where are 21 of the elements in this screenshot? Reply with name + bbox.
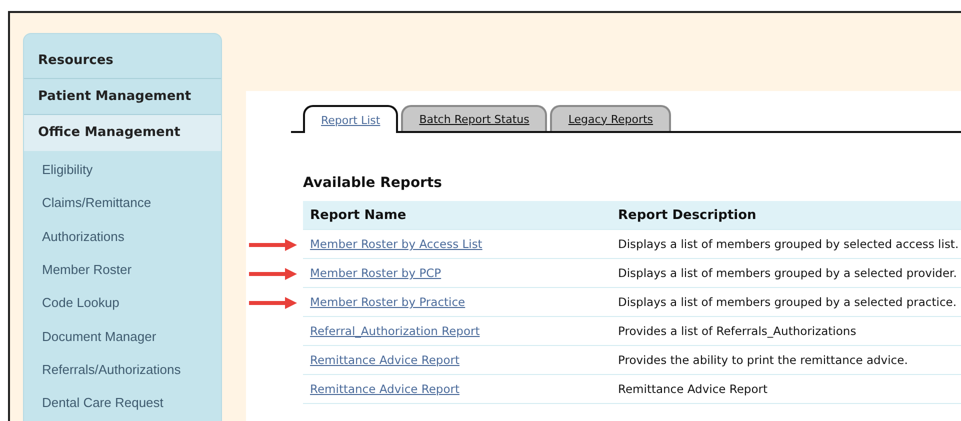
report-link[interactable]: Member Roster by Practice xyxy=(310,295,466,309)
report-link[interactable]: Remittance Advice Report xyxy=(310,353,460,367)
sidebar-item[interactable]: Eligibility xyxy=(24,153,221,186)
tab[interactable]: Report List xyxy=(303,105,398,133)
sidebar-item[interactable]: Document Manager xyxy=(24,319,221,353)
sidebar-item[interactable]: Authorizations xyxy=(24,220,221,253)
column-header: Report Name xyxy=(303,201,611,230)
section-heading: Available Reports xyxy=(303,175,443,191)
sidebar-section[interactable]: Office Management xyxy=(24,115,221,151)
report-link[interactable]: Referral_Authorization Report xyxy=(310,324,480,338)
sidebar-item[interactable]: Member Roster xyxy=(24,252,221,286)
sidebar-item[interactable]: Referrals/Authorizations xyxy=(24,352,221,386)
report-link[interactable]: Member Roster by PCP xyxy=(310,266,442,280)
sidebar-item[interactable]: Dental Care Request xyxy=(24,386,221,420)
tab[interactable]: Batch Report Status xyxy=(401,105,548,131)
column-header: Report Description xyxy=(611,201,961,230)
tab[interactable]: Legacy Reports xyxy=(550,105,672,131)
sidebar-item[interactable]: Code Lookup xyxy=(24,286,221,320)
report-link[interactable]: Member Roster by Access List xyxy=(310,237,482,251)
report-link[interactable]: Remittance Advice Report xyxy=(310,382,460,396)
sidebar-item[interactable]: Claims/Remittance xyxy=(24,186,221,220)
